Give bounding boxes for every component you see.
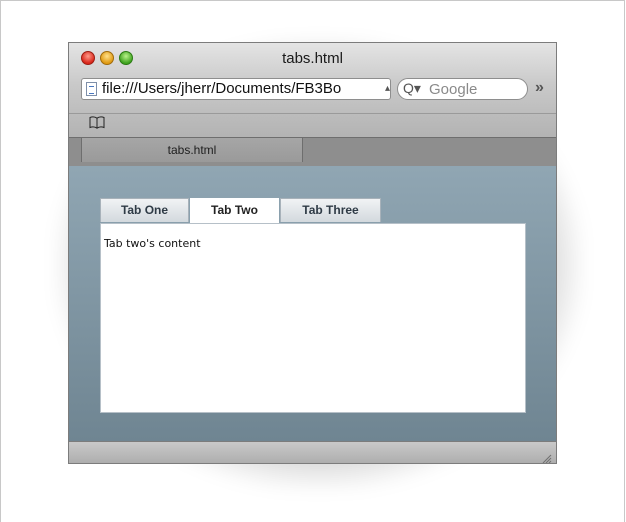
tab-three[interactable]: Tab Three: [280, 198, 381, 222]
resize-grip-icon[interactable]: [540, 451, 552, 463]
browser-tab[interactable]: tabs.html: [81, 138, 303, 162]
tab-two[interactable]: Tab Two: [190, 198, 279, 224]
page-icon: [86, 82, 97, 96]
tab-panel-content: Tab two's content: [104, 237, 201, 250]
window-title: tabs.html: [282, 50, 343, 67]
address-history-icon[interactable]: ▴: [385, 83, 390, 94]
toolbar-overflow-icon[interactable]: »: [535, 79, 544, 97]
bookmarks-bar: [69, 113, 556, 138]
status-bar: [69, 441, 556, 463]
tab-one[interactable]: Tab One: [100, 198, 189, 222]
search-input[interactable]: Q▾ Google: [397, 78, 528, 100]
address-bar[interactable]: file:///Users/jherr/Documents/FB3Bo: [81, 78, 391, 100]
browser-tab-label: tabs.html: [167, 143, 217, 157]
search-icon[interactable]: Q▾: [403, 80, 421, 97]
book-icon[interactable]: [89, 116, 105, 132]
browser-tab-bar: tabs.html: [69, 137, 556, 167]
browser-window: tabs.html file:///Users/jherr/Documents/…: [68, 42, 557, 464]
address-bar-value: file:///Users/jherr/Documents/FB3Bo: [102, 80, 342, 97]
page-content: Tab One Tab Two Tab Three Tab two's cont…: [69, 166, 556, 441]
title-bar[interactable]: tabs.html file:///Users/jherr/Documents/…: [69, 43, 556, 113]
search-placeholder: Google: [429, 81, 478, 98]
tab-panel: Tab two's content: [100, 223, 526, 413]
